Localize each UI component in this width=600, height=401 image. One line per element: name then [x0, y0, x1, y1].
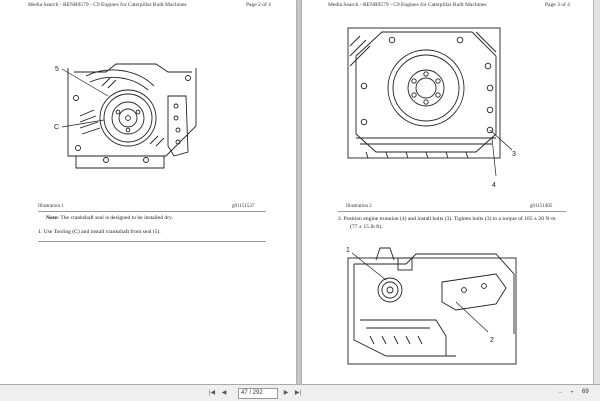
note-text: Note: The crankshaft seal is designed to…	[46, 214, 173, 222]
page-header-number: Page 3 of 4	[545, 2, 570, 8]
page-header-number: Page 2 of 4	[246, 2, 271, 8]
vertical-scrollbar[interactable]	[593, 0, 600, 384]
illustration-2-label: Illustration 2	[346, 204, 372, 209]
step-divider	[38, 241, 266, 242]
first-page-icon[interactable]: |◀	[208, 389, 216, 397]
page-header-title: Media Search - RENR9579 - C9 Engines for…	[28, 2, 187, 8]
zoom-in-icon[interactable]: +	[568, 389, 576, 397]
callout-1: 1	[346, 247, 350, 254]
document-page-right: Media Search - RENR9579 - C9 Engines for…	[302, 0, 594, 384]
step-2-text-line1: 2. Position engine trunnion (4) and inst…	[338, 216, 556, 222]
callout-c: C	[54, 124, 59, 131]
document-page-left: Media Search - RENR9579 - C9 Engines for…	[0, 0, 296, 384]
callout-3: 3	[512, 151, 516, 158]
caption-divider	[338, 211, 566, 212]
note-body: The crankshaft seal is designed to be in…	[59, 215, 173, 221]
note-label: Note:	[46, 215, 60, 221]
viewer-toolbar: |◀ ◀ 47 / 292 ▶ ▶| − + 69	[0, 384, 600, 401]
callout-2: 2	[490, 337, 494, 344]
caption-divider	[38, 211, 266, 212]
illustration-2-id: g01151405	[530, 204, 553, 209]
illustration-1-id: g01151537	[232, 204, 255, 209]
last-page-icon[interactable]: ▶|	[294, 389, 302, 397]
illustration-1-crankshaft-seal: 5 C	[54, 63, 197, 169]
callout-5: 5	[55, 66, 59, 73]
page-number-field[interactable]: 47 / 292	[238, 388, 278, 399]
zoom-level[interactable]: 69	[580, 388, 596, 397]
illustration-1-label: Illustration 1	[38, 204, 64, 209]
illustration-3-engine-mount: 1 2	[346, 247, 517, 365]
illustration-2-engine-trunnion: 3 4	[347, 27, 516, 189]
callout-4: 4	[492, 182, 496, 189]
page-header-title: Media Search - RENR9579 - C9 Engines for…	[328, 2, 487, 8]
step-2-text-line2: (77 ± 15 lb ft).	[350, 224, 383, 230]
next-page-icon[interactable]: ▶	[282, 389, 290, 397]
zoom-out-icon[interactable]: −	[556, 389, 564, 397]
step-1-text: 1. Use Tooling (C) and install crankshaf…	[38, 229, 161, 235]
prev-page-icon[interactable]: ◀	[220, 389, 228, 397]
